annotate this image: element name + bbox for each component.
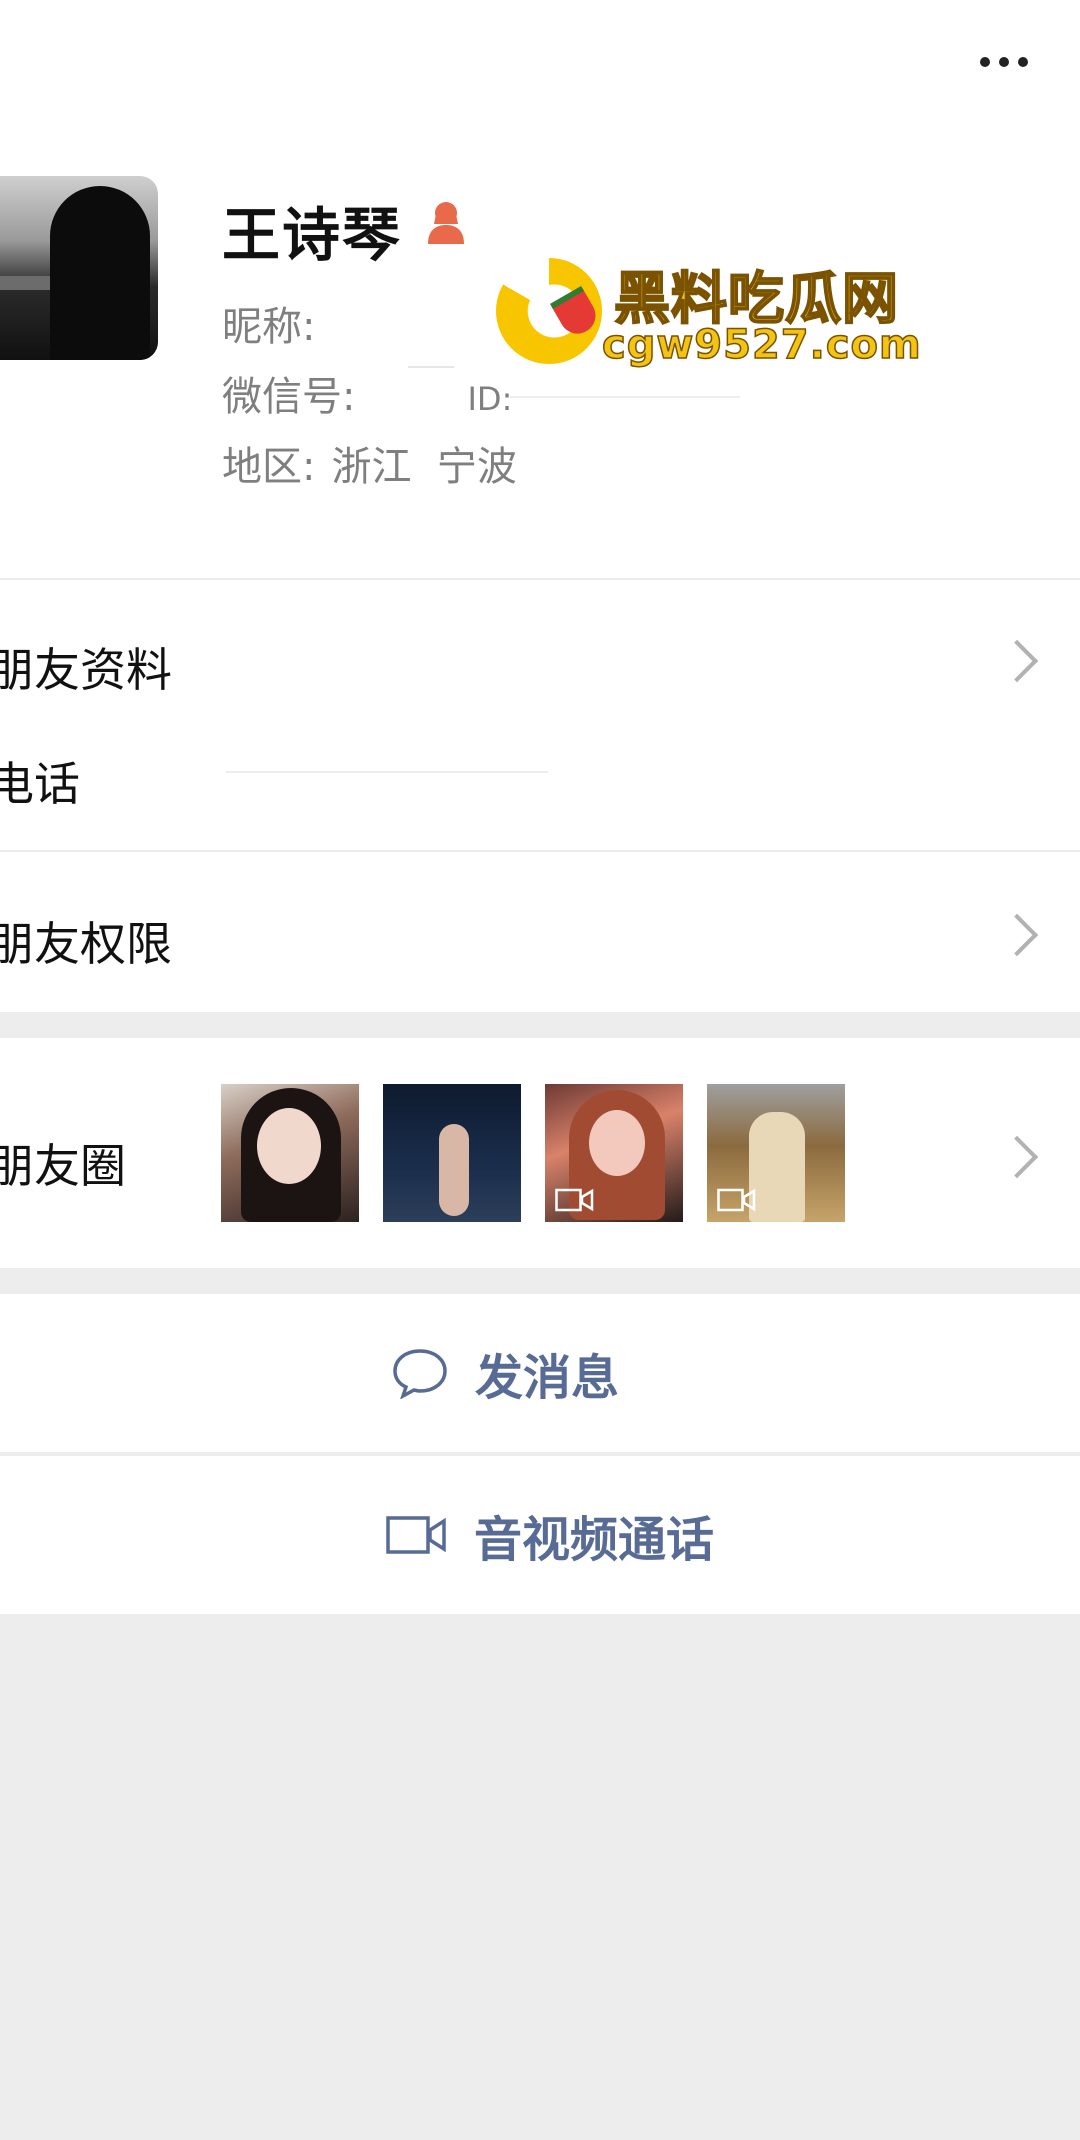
more-dots-icon[interactable] <box>964 44 1044 80</box>
friend-permissions-row[interactable]: 朋友权限 <box>0 908 172 974</box>
moments-thumbnail[interactable] <box>545 1084 683 1222</box>
nickname-row: 昵称: <box>222 294 331 352</box>
video-icon <box>555 1188 594 1212</box>
send-message-button[interactable]: 发消息 <box>0 1294 1010 1452</box>
wechat-id-row: 微信号: ID: <box>222 364 512 422</box>
phone-value-redacted[interactable] <box>226 771 548 773</box>
friend-info-row[interactable]: 朋友资料 <box>0 634 172 700</box>
video-icon <box>717 1188 756 1212</box>
moments-thumbnail[interactable] <box>707 1084 845 1222</box>
moments-thumbnail[interactable] <box>383 1084 521 1222</box>
video-camera-icon <box>386 1516 446 1554</box>
nickname-label: 昵称: <box>222 304 316 350</box>
watermark: 黑料吃瓜网 cgw9527.com <box>496 254 936 374</box>
display-name: 王诗琴 <box>222 201 403 269</box>
voice-video-call-label: 音视频通话 <box>473 1512 714 1568</box>
watermark-url: cgw9527.com <box>601 321 922 369</box>
wechat-id-label: 微信号: <box>222 374 356 420</box>
region-label: 地区: <box>222 444 316 490</box>
wechat-id-fragment: ID: <box>467 380 513 418</box>
voice-video-call-button[interactable]: 音视频通话 <box>0 1456 1080 1614</box>
moments-thumbnail[interactable] <box>221 1084 359 1222</box>
friend-info-section <box>0 580 1080 850</box>
region-value: 浙江 宁波 <box>331 444 517 490</box>
phone-label: 电话 <box>0 757 80 811</box>
avatar[interactable] <box>0 176 158 360</box>
send-message-label: 发消息 <box>474 1350 619 1406</box>
redaction-line <box>510 396 740 398</box>
redaction-line <box>408 366 454 368</box>
moments-section[interactable] <box>0 1038 1080 1268</box>
region-row: 地区: 浙江 宁波 <box>222 434 517 492</box>
female-user-icon <box>428 202 464 244</box>
moments-label: 朋友圈 <box>0 1139 126 1193</box>
chat-bubble-icon <box>393 1349 447 1399</box>
